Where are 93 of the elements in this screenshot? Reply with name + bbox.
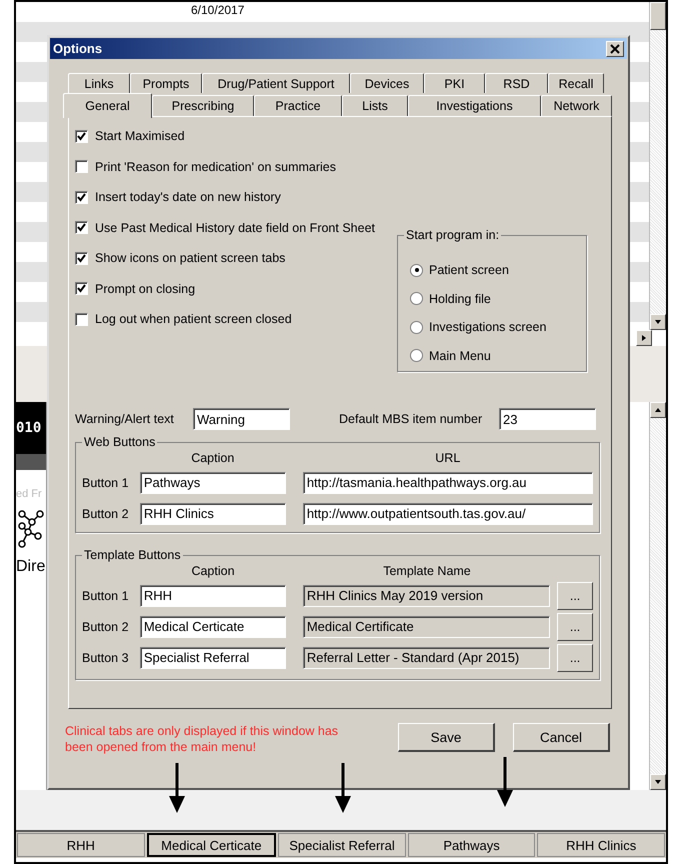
checkbox[interactable] [75, 190, 88, 204]
radio-label: Investigations screen [429, 320, 546, 334]
faded-text: ed Fr [16, 488, 43, 500]
scroll-down-button[interactable] [650, 314, 666, 330]
radio-label: Main Menu [429, 348, 491, 363]
cancel-button[interactable]: Cancel [513, 723, 610, 752]
warning-text-field[interactable]: Warning [193, 408, 290, 430]
scroll-up-button[interactable] [650, 402, 666, 418]
field-label: Default MBS item number [339, 412, 484, 426]
url-field[interactable]: http://www.outpatientsouth.tas.gov.au/ [302, 502, 593, 524]
column-header: Template Name [382, 564, 472, 578]
checkbox[interactable] [75, 160, 88, 174]
mbs-item-field[interactable]: 23 [499, 408, 596, 430]
close-icon [610, 44, 620, 54]
checkbox-label: Insert today's date on new history [95, 190, 281, 204]
scroll-right-button[interactable] [636, 330, 652, 346]
column-header: URL [434, 451, 462, 465]
dialog-tab[interactable]: Practice [254, 95, 342, 116]
caption-field[interactable]: RHH Clinics [140, 502, 286, 524]
dialog-tab[interactable]: PKI [424, 73, 485, 93]
checkbox[interactable] [75, 312, 88, 326]
scrollbar-thumb[interactable] [650, 2, 666, 30]
column-header: Caption [190, 451, 236, 465]
caption-field[interactable]: RHH [140, 584, 286, 606]
field-label: Warning/Alert text [75, 412, 175, 426]
caption-field[interactable]: Pathways [140, 472, 286, 494]
browse-button[interactable]: ... [557, 644, 593, 672]
dialog-tab[interactable]: Prescribing [152, 95, 254, 116]
arrow-annotation [333, 763, 353, 813]
scroll-down-button[interactable] [650, 774, 666, 790]
label-text: Dire [16, 558, 46, 576]
dialog-tab[interactable]: RSD [485, 73, 548, 93]
save-button[interactable]: Save [398, 723, 495, 752]
checkbox-label: Use Past Medical History date field on Front Sheet [95, 220, 375, 235]
checkbox-label: Show icons on patient screen tabs [95, 251, 286, 266]
row-label: Button 1 [82, 476, 130, 490]
row-label: Button 1 [82, 588, 130, 602]
template-field[interactable]: RHH Clinics May 2019 version [302, 584, 550, 606]
dialog-tab[interactable]: Recall [548, 73, 604, 93]
checkbox[interactable] [75, 130, 88, 143]
template-field[interactable]: Referral Letter - Standard (Apr 2015) [302, 646, 550, 668]
group-title: Template Buttons [82, 548, 183, 562]
checkmark-icon [77, 132, 86, 141]
checkmark-icon [77, 284, 86, 294]
dialog-title: Options [53, 41, 102, 56]
browse-button[interactable]: ... [557, 612, 593, 640]
checkmark-icon [77, 254, 86, 263]
arrow-annotation [495, 757, 515, 807]
bottom-tab[interactable]: RHH Clinics [537, 833, 665, 857]
radio-button[interactable] [410, 264, 423, 277]
note-text: Clinical tabs are only displayed if this window has been opened from the main menu! [65, 723, 340, 755]
bottom-tab[interactable]: Medical Certicate [146, 833, 276, 857]
dialog-tab[interactable]: Investigations [408, 95, 541, 116]
banner-text: 010 [16, 420, 42, 436]
checkmark-icon [77, 192, 86, 202]
group-title: Web Buttons [82, 435, 158, 449]
toolbar-strip [16, 454, 46, 470]
dialog-tab[interactable]: General [63, 93, 152, 118]
dialog-tab[interactable]: Network [541, 95, 612, 116]
dialog-tab[interactable]: Devices [350, 73, 424, 93]
column-header: Caption [190, 564, 236, 578]
checkbox[interactable] [75, 221, 88, 234]
url-field[interactable]: http://tasmania.healthpathways.org.au [302, 472, 593, 494]
row-label: Button 2 [82, 620, 130, 634]
bottom-tab[interactable]: RHH [17, 833, 145, 857]
caption-field[interactable]: Medical Certicate [140, 616, 286, 638]
checkbox-label: Start Maximised [95, 129, 185, 144]
bottom-tab[interactable]: Specialist Referral [278, 833, 406, 857]
browse-button[interactable]: ... [557, 582, 593, 610]
bottom-tab[interactable]: Pathways [408, 833, 536, 857]
checkbox-label: Print 'Reason for medication' on summaries [95, 160, 336, 174]
template-field[interactable]: Medical Certificate [302, 616, 550, 638]
row-label: Button 2 [82, 506, 130, 520]
dialog-tab[interactable]: Lists [342, 95, 408, 116]
radio-button[interactable] [410, 320, 423, 334]
dialog-tab[interactable]: Prompts [130, 73, 202, 93]
checkbox-label: Prompt on closing [95, 282, 196, 296]
checkbox[interactable] [75, 252, 88, 265]
row-label: Button 3 [82, 650, 130, 664]
checkbox[interactable] [75, 282, 88, 296]
radio-label: Holding file [429, 292, 491, 306]
group-title: Start program in: [404, 228, 502, 242]
radio-button[interactable] [410, 292, 423, 306]
caption-field[interactable]: Specialist Referral [140, 646, 286, 668]
arrow-annotation [167, 763, 187, 813]
radio-button[interactable] [410, 349, 423, 362]
close-button[interactable] [606, 40, 624, 56]
dialog-tab[interactable]: Links [68, 73, 130, 93]
checkbox-label: Log out when patient screen closed [95, 312, 292, 326]
dialog-tab[interactable]: Drug/Patient Support [202, 73, 350, 93]
radio-label: Patient screen [429, 263, 509, 278]
checkmark-icon [77, 223, 86, 232]
date-text: 6/10/2017 [191, 2, 244, 19]
